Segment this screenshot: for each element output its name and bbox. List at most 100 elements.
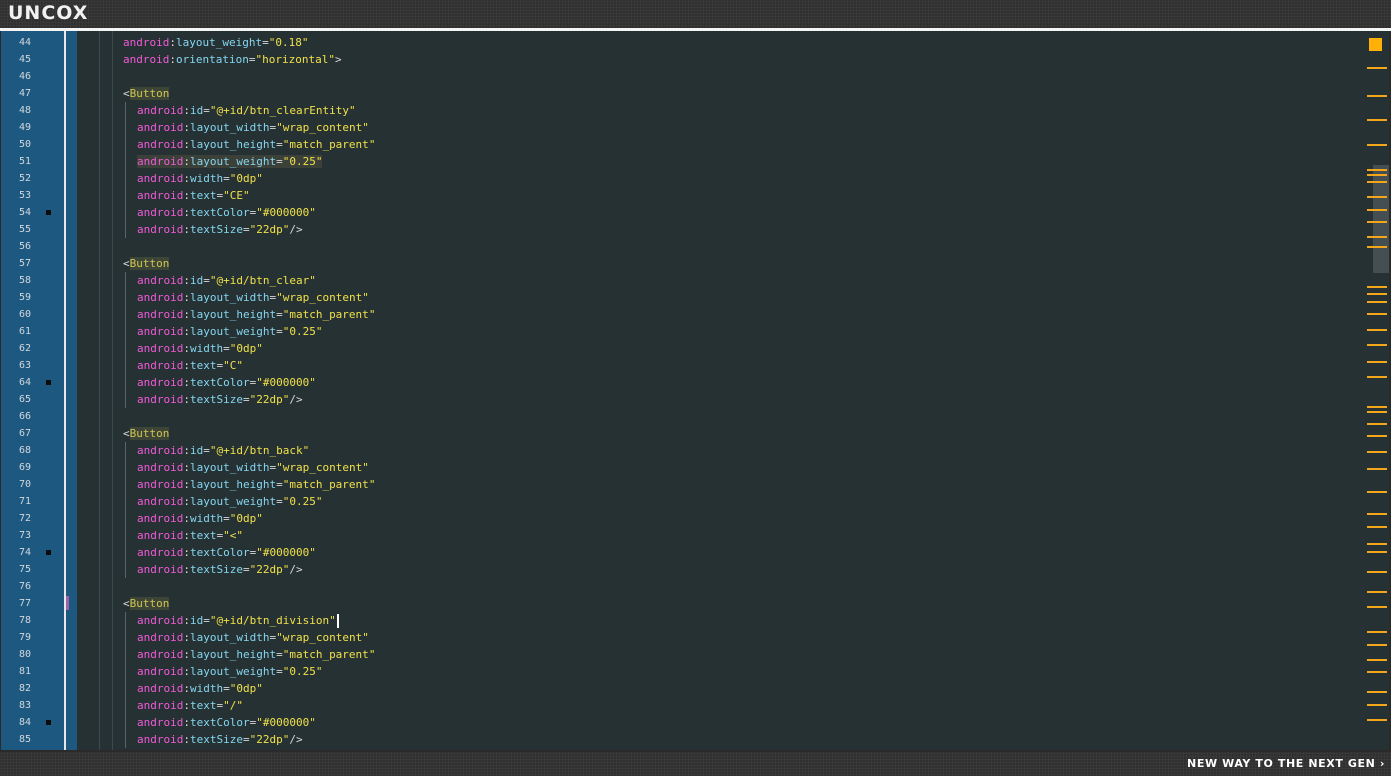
overview-marker[interactable] — [1367, 671, 1387, 673]
code-line[interactable]: android:textColor="#000000" — [1, 544, 1389, 561]
code-line[interactable]: android:width="0dp" — [1, 170, 1389, 187]
code-punctuation: " — [348, 104, 356, 117]
overview-marker[interactable] — [1367, 704, 1387, 706]
overview-marker[interactable] — [1367, 376, 1387, 378]
overview-marker[interactable] — [1367, 144, 1387, 146]
code-line[interactable]: android:textColor="#000000" — [1, 714, 1389, 731]
code-line[interactable]: android:id="@+id/btn_clear" — [1, 272, 1389, 289]
code-punctuation: : — [183, 274, 190, 287]
overview-marker[interactable] — [1367, 406, 1387, 408]
code-line[interactable]: android:layout_weight="0.18" — [1, 34, 1389, 51]
code-line[interactable]: android:textSize="22dp"/> — [1, 731, 1389, 748]
code-punctuation: = — [276, 325, 283, 338]
overview-marker[interactable] — [1367, 468, 1387, 470]
code-line[interactable]: android:layout_height="match_parent" — [1, 136, 1389, 153]
code-line[interactable]: <Button — [1, 255, 1389, 272]
overview-marker[interactable] — [1367, 591, 1387, 593]
overview-marker[interactable] — [1367, 644, 1387, 646]
overview-ruler[interactable] — [1367, 31, 1389, 750]
code-line[interactable] — [1, 68, 1367, 85]
code-line[interactable]: android:id="@+id/btn_clearEntity" — [1, 102, 1389, 119]
code-line[interactable]: android:textSize="22dp"/> — [1, 561, 1389, 578]
code-line[interactable]: android:width="0dp" — [1, 680, 1389, 697]
code-line[interactable]: android:layout_height="match_parent" — [1, 306, 1389, 323]
overview-marker[interactable] — [1367, 169, 1387, 171]
code-line[interactable]: android:layout_weight="0.25" — [1, 663, 1389, 680]
code-line[interactable]: android:layout_weight="0.25" — [1, 493, 1389, 510]
overview-marker[interactable] — [1367, 451, 1387, 453]
code-punctuation: " — [256, 376, 263, 389]
code-line[interactable]: android:text="<" — [1, 527, 1389, 544]
code-line[interactable]: android:text="C" — [1, 357, 1389, 374]
overview-marker[interactable] — [1367, 236, 1387, 238]
overview-marker[interactable] — [1367, 361, 1387, 363]
code-line[interactable]: android:layout_height="match_parent" — [1, 476, 1389, 493]
code-line[interactable]: <Button — [1, 85, 1389, 102]
overview-marker[interactable] — [1367, 344, 1387, 346]
code-line[interactable]: android:layout_width="wrap_content" — [1, 119, 1389, 136]
overview-marker[interactable] — [1367, 293, 1387, 295]
overview-marker[interactable] — [1367, 95, 1387, 97]
code-line[interactable]: <Button — [1, 425, 1389, 442]
overview-marker[interactable] — [1367, 181, 1387, 183]
code-line[interactable] — [1, 578, 1367, 595]
attr-value: #000000 — [262, 546, 310, 559]
code-line[interactable]: android:id="@+id/btn_division" — [1, 612, 1389, 629]
overview-marker[interactable] — [1367, 435, 1387, 437]
code-line[interactable]: <Button — [1, 595, 1389, 612]
overview-marker[interactable] — [1367, 209, 1387, 211]
code-punctuation: = — [242, 223, 250, 236]
code-line[interactable]: android:text="CE" — [1, 187, 1389, 204]
code-line[interactable]: android:textColor="#000000" — [1, 204, 1389, 221]
overview-marker[interactable] — [1367, 119, 1387, 121]
overview-marker[interactable] — [1367, 301, 1387, 303]
attr-name: textColor — [189, 206, 250, 219]
code-line[interactable]: android:layout_weight="0.25" — [1, 153, 1389, 170]
overview-marker[interactable] — [1367, 411, 1387, 413]
code-line[interactable]: android:layout_width="wrap_content" — [1, 629, 1389, 646]
overview-marker[interactable] — [1367, 286, 1387, 288]
overview-marker[interactable] — [1367, 221, 1387, 223]
overview-marker[interactable] — [1367, 543, 1387, 545]
overview-marker[interactable] — [1367, 526, 1387, 528]
code-punctuation: = — [203, 104, 210, 117]
code-line[interactable]: android:width="0dp" — [1, 510, 1389, 527]
overview-marker[interactable] — [1367, 691, 1387, 693]
attr-namespace: android — [137, 563, 184, 576]
code-line[interactable] — [1, 238, 1367, 255]
code-line[interactable]: android:layout_height="match_parent" — [1, 646, 1389, 663]
overview-marker[interactable] — [1367, 551, 1387, 553]
overview-marker[interactable] — [1367, 659, 1387, 661]
code-line[interactable]: android:orientation="horizontal"> — [1, 51, 1389, 68]
overview-marker[interactable] — [1367, 67, 1387, 69]
code-line[interactable]: android:text="/" — [1, 697, 1389, 714]
code-line[interactable]: android:textColor="#000000" — [1, 374, 1389, 391]
code-line[interactable]: android:width="0dp" — [1, 340, 1389, 357]
overview-marker[interactable] — [1367, 606, 1387, 608]
code-punctuation: " — [362, 631, 369, 644]
overview-marker[interactable] — [1367, 631, 1387, 633]
attr-namespace: android — [137, 682, 184, 695]
attr-name: text — [189, 529, 217, 542]
code-line[interactable]: android:layout_width="wrap_content" — [1, 459, 1389, 476]
overview-marker[interactable] — [1367, 196, 1387, 198]
overview-marker[interactable] — [1367, 491, 1387, 493]
code-line[interactable] — [1, 408, 1367, 425]
overview-marker[interactable] — [1367, 571, 1387, 573]
code-line[interactable]: android:id="@+id/btn_back" — [1, 442, 1389, 459]
overview-marker[interactable] — [1367, 313, 1387, 315]
code-line[interactable]: android:layout_width="wrap_content" — [1, 289, 1389, 306]
overview-marker[interactable] — [1367, 329, 1387, 331]
code-line[interactable]: android:layout_weight="0.25" — [1, 323, 1389, 340]
overview-marker[interactable] — [1367, 423, 1387, 425]
code-line[interactable]: android:textSize="22dp"/> — [1, 391, 1389, 408]
overview-marker[interactable] — [1367, 719, 1387, 721]
code-line[interactable]: android:textSize="22dp"/> — [1, 221, 1389, 238]
code-editor[interactable]: 44 45 46 47 48 49 50 51 52 53 54 55 56 57 58 59 60 61 62 63… — [1, 31, 1389, 750]
code-punctuation: : — [183, 325, 190, 338]
bottom-bar: NEW WAY TO THE NEXT GEN › — [0, 752, 1391, 776]
overview-marker[interactable] — [1367, 174, 1387, 176]
overview-marker[interactable] — [1367, 513, 1387, 515]
overview-marker[interactable] — [1367, 246, 1387, 248]
attr-name: layout_weight — [175, 36, 263, 49]
